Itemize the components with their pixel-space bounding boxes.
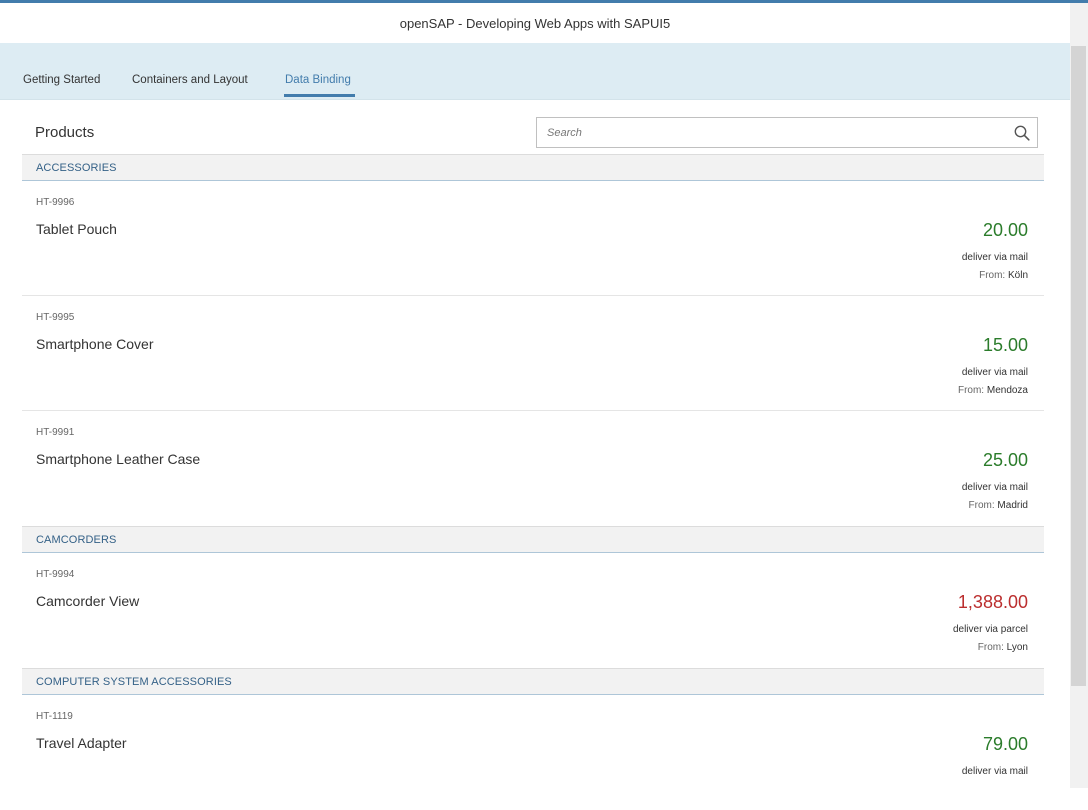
from-label: From: [957, 385, 985, 396]
from-label: From: [977, 642, 1004, 653]
product-price: 20.00 [982, 220, 1028, 240]
product-name: Travel Adapter [36, 735, 127, 751]
city-name: Mendoza [986, 385, 1028, 396]
list-item[interactable]: HT-9995 Smartphone Cover 15.00 deliver via … [22, 296, 1044, 411]
tab-data-binding[interactable]: Data Binding [285, 74, 351, 86]
product-name: Smartphone Leather Case [36, 451, 201, 467]
list-item[interactable]: HT-1119 Travel Adapter 79.00 deliver via ma… [22, 695, 1044, 810]
app-header: openSAP - Developing Web Apps with SAPUI… [0, 3, 1070, 43]
from-label: From: [968, 500, 995, 511]
supplier-city: From: Köln [979, 270, 1028, 281]
scrollbar-thumb[interactable] [1071, 46, 1086, 686]
product-price: 1,388.00 [957, 592, 1028, 612]
supplier-city: From: Madrid [969, 500, 1028, 511]
product-price: 79.00 [982, 734, 1028, 754]
city-name: Lyon [1006, 642, 1028, 653]
products-toolbar: Products [22, 100, 1044, 154]
list-item[interactable]: HT-9996 Tablet Pouch 20.00 deliver via mail… [22, 181, 1044, 296]
delivery-method: deliver via mail [961, 482, 1028, 493]
search-field[interactable] [536, 117, 1038, 148]
group-header: COMPUTER SYSTEM ACCESSORIES [22, 668, 1044, 695]
app-title: openSAP - Developing Web Apps with SAPUI… [399, 15, 671, 31]
product-id: HT-9991 [36, 427, 75, 438]
product-id: HT-9996 [36, 197, 75, 208]
tab-containers-and-layout[interactable]: Containers and Layout [132, 74, 248, 86]
product-name: Smartphone Cover [36, 336, 154, 352]
product-id: HT-1119 [36, 711, 73, 722]
group-header: ACCESSORIES [22, 154, 1044, 181]
selected-tab-indicator [284, 94, 355, 97]
product-price: 15.00 [982, 335, 1028, 355]
products-panel: Products ACCESSORIES HT-9996 Tablet Pouch 2… [22, 100, 1044, 810]
product-list: ACCESSORIES HT-9996 Tablet Pouch 20.00 deliv… [22, 154, 1044, 810]
supplier-city: From: Lyon [978, 642, 1028, 653]
delivery-method: deliver via mail [961, 367, 1028, 378]
city-name: Köln [1007, 270, 1028, 281]
city-name: Madrid [997, 500, 1028, 511]
delivery-method: deliver via parcel [952, 624, 1028, 635]
tab-bar: Getting Started Containers and Layout Da… [0, 43, 1070, 100]
products-title: Products [35, 124, 95, 141]
from-label: From: [979, 270, 1006, 281]
tab-getting-started[interactable]: Getting Started [23, 74, 100, 86]
product-price: 25.00 [982, 450, 1028, 470]
product-name: Camcorder View [36, 593, 140, 609]
group-header: CAMCORDERS [22, 526, 1044, 553]
supplier-city: From: Mendoza [958, 385, 1028, 396]
list-item[interactable]: HT-9991 Smartphone Leather Case 25.00 deliv… [22, 411, 1044, 526]
list-item[interactable]: HT-9994 Camcorder View 1,388.00 deliver via… [22, 553, 1044, 668]
product-id: HT-9995 [36, 312, 75, 323]
search-input[interactable] [547, 118, 987, 147]
product-name: Tablet Pouch [36, 221, 117, 237]
product-id: HT-9994 [36, 569, 75, 580]
search-icon[interactable] [1013, 124, 1031, 142]
delivery-method: deliver via mail [961, 252, 1028, 263]
delivery-method: deliver via mail [961, 766, 1028, 777]
